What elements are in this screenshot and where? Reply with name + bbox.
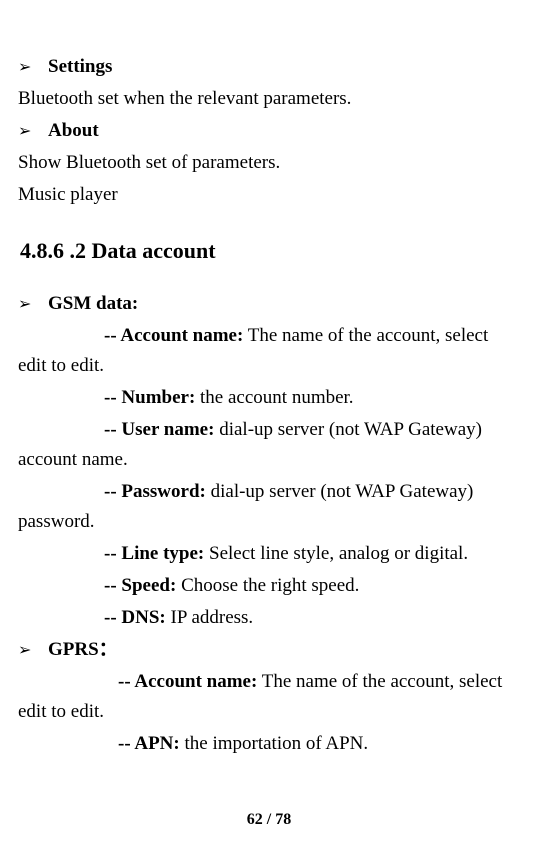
music-player-text: Music player [18,180,518,210]
gsm-number: -- Number: the account number. [18,383,518,413]
gprs-apn-body: the importation of APN. [180,733,368,754]
gsm-label: GSM data: [48,289,138,319]
gsm-number-label: -- Number: [104,387,195,408]
gsm-speed-body: Choose the right speed. [176,575,359,596]
gprs-apn-label: -- APN: [118,733,180,754]
gsm-line-type-body: Select line style, analog or digital. [204,543,468,564]
chevron-right-icon: ➢ [18,119,48,144]
gsm-account-name-label: -- Account name: [104,325,243,346]
gsm-user-name: -- User name: dial-up server (not WAP Ga… [18,415,518,475]
gprs-account-name-label: -- Account name: [118,671,257,692]
about-label: About [48,116,99,146]
gsm-dns-label: -- DNS: [104,607,166,628]
section-data-account: 4.8.6 .2 Data account [20,234,518,269]
gsm-speed: -- Speed: Choose the right speed. [18,571,518,601]
bullet-settings: ➢ Settings [18,52,518,82]
settings-body: Bluetooth set when the relevant paramete… [18,84,518,114]
gsm-number-body: the account number. [195,387,353,408]
gsm-dns-body: IP address. [166,607,253,628]
gsm-password: -- Password: dial-up server (not WAP Gat… [18,477,518,537]
gsm-password-body: dial-up server (not WAP Gateway) passwor… [18,481,473,532]
chevron-right-icon: ➢ [18,292,48,317]
gsm-account-name: -- Account name: The name of the account… [18,321,518,381]
gsm-user-name-body: dial-up server (not WAP Gateway) account… [18,419,482,470]
gsm-user-name-label: -- User name: [104,419,214,440]
gprs-account-name: -- Account name: The name of the account… [18,667,518,727]
gsm-line-type: -- Line type: Select line style, analog … [18,539,518,569]
bullet-about: ➢ About [18,116,518,146]
document-content: ➢ Settings Bluetooth set when the releva… [18,52,518,759]
chevron-right-icon: ➢ [18,638,48,663]
gsm-speed-label: -- Speed: [104,575,176,596]
gsm-line-type-label: -- Line type: [104,543,204,564]
chevron-right-icon: ➢ [18,55,48,80]
settings-label: Settings [48,52,112,82]
gprs-account-name-body: The name of the account, select edit to … [18,671,502,722]
gsm-password-label: -- Password: [104,481,206,502]
gprs-apn: -- APN: the importation of APN. [18,729,518,759]
gsm-account-name-body: The name of the account, select edit to … [18,325,488,376]
gsm-dns: -- DNS: IP address. [18,603,518,633]
page-number: 62 / 78 [0,807,538,832]
bullet-gsm: ➢ GSM data: [18,289,518,319]
gprs-label: GPRS： [48,635,118,665]
bullet-gprs: ➢ GPRS： [18,635,518,665]
about-body: Show Bluetooth set of parameters. [18,148,518,178]
